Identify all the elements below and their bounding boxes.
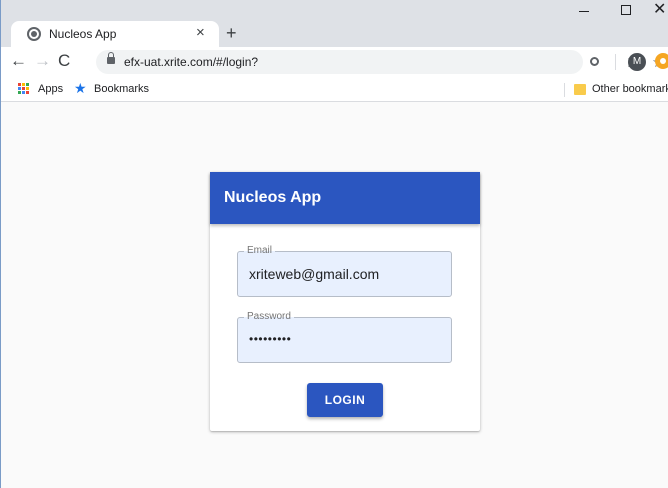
bookmark-bookmarks[interactable]: Bookmarks (94, 83, 149, 95)
url-text[interactable]: efx-uat.xrite.com/#/login? (124, 55, 258, 69)
login-button[interactable]: LOGIN (307, 383, 383, 417)
extension-orange-icon[interactable] (655, 53, 668, 69)
reload-button[interactable]: C (58, 51, 70, 71)
apps-grid-icon[interactable] (18, 83, 30, 95)
app-title: Nucleos App (224, 189, 322, 206)
extension-icon[interactable] (590, 57, 599, 66)
toolbar-divider (615, 54, 616, 70)
bookmark-apps[interactable]: Apps (38, 83, 63, 95)
tab-strip: Nucleos App × + ✕ (1, 0, 668, 47)
email-field[interactable]: Email xriteweb@gmail.com (237, 244, 452, 297)
minimize-button[interactable] (579, 11, 589, 12)
bookmarks-bar: Apps ★ Bookmarks Other bookmarks (1, 78, 668, 102)
page-content: Nucleos App Email xriteweb@gmail.com Pas… (1, 103, 668, 488)
bookmarks-divider (564, 83, 565, 97)
tab-nucleos-app[interactable]: Nucleos App × (11, 21, 219, 47)
globe-icon (27, 27, 41, 41)
browser-toolbar: ← → C efx-uat.xrite.com/#/login? ⚿ ☆ M (1, 47, 668, 78)
lock-icon[interactable] (107, 52, 115, 64)
password-field[interactable]: Password ••••••••• (237, 310, 452, 363)
email-label: Email (244, 244, 276, 258)
browser-window: Nucleos App × + ✕ ← → C efx-uat.xrite.co… (0, 0, 668, 488)
window-close-button[interactable]: ✕ (653, 0, 666, 19)
forward-button[interactable]: → (34, 51, 51, 71)
address-bar[interactable]: efx-uat.xrite.com/#/login? ⚿ ☆ (96, 50, 665, 74)
folder-icon[interactable] (574, 84, 586, 95)
email-input[interactable]: xriteweb@gmail.com (249, 266, 379, 282)
back-button[interactable]: ← (10, 51, 27, 71)
password-input[interactable]: ••••••••• (249, 332, 291, 346)
login-card: Nucleos App Email xriteweb@gmail.com Pas… (210, 172, 480, 431)
tab-close-button[interactable]: × (196, 24, 205, 42)
new-tab-button[interactable]: + (226, 24, 237, 42)
bookmark-star-icon[interactable]: ★ (74, 80, 87, 97)
password-label: Password (244, 310, 294, 324)
card-header: Nucleos App (210, 172, 480, 224)
maximize-button[interactable] (621, 5, 631, 15)
tab-title: Nucleos App (49, 27, 117, 41)
profile-avatar[interactable]: M (628, 53, 646, 71)
bookmark-other-bookmarks[interactable]: Other bookmarks (592, 83, 668, 95)
